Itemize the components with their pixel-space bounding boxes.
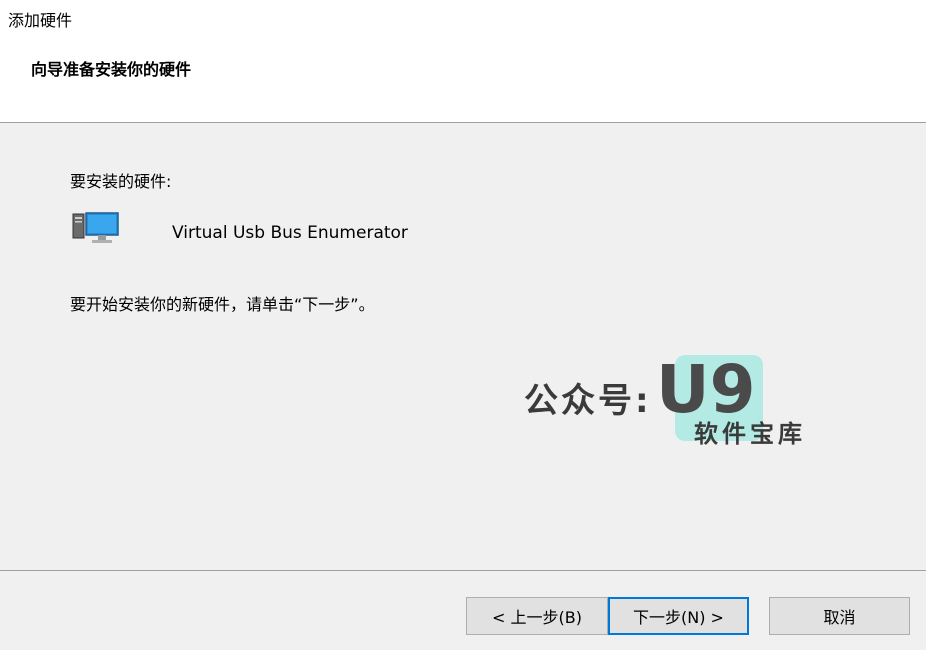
device-name: Virtual Usb Bus Enumerator [172, 223, 408, 243]
watermark-prefix: 公众号: [524, 381, 652, 421]
hardware-label: 要安装的硬件: [70, 172, 172, 191]
wizard-content: 要安装的硬件: Virtual Usb Bus Enumerator 要开始安装… [0, 123, 926, 570]
computer-hardware-icon [72, 211, 122, 245]
back-button[interactable]: < 上一步(B) [466, 597, 608, 635]
watermark-subtitle: 软件宝库 [694, 420, 806, 448]
watermark: 公众号: U9 软件宝库 [524, 351, 824, 465]
wizard-header: 添加硬件 向导准备安装你的硬件 [0, 0, 926, 123]
window-title: 添加硬件 [8, 11, 73, 30]
cancel-button[interactable]: 取消 [769, 597, 910, 635]
wizard-footer: < 上一步(B) 下一步(N) > 取消 [0, 570, 926, 650]
wizard-heading: 向导准备安装你的硬件 [31, 60, 192, 79]
instruction-text: 要开始安装你的新硬件，请单击“下一步”。 [70, 295, 375, 314]
next-button[interactable]: 下一步(N) > [608, 597, 749, 635]
